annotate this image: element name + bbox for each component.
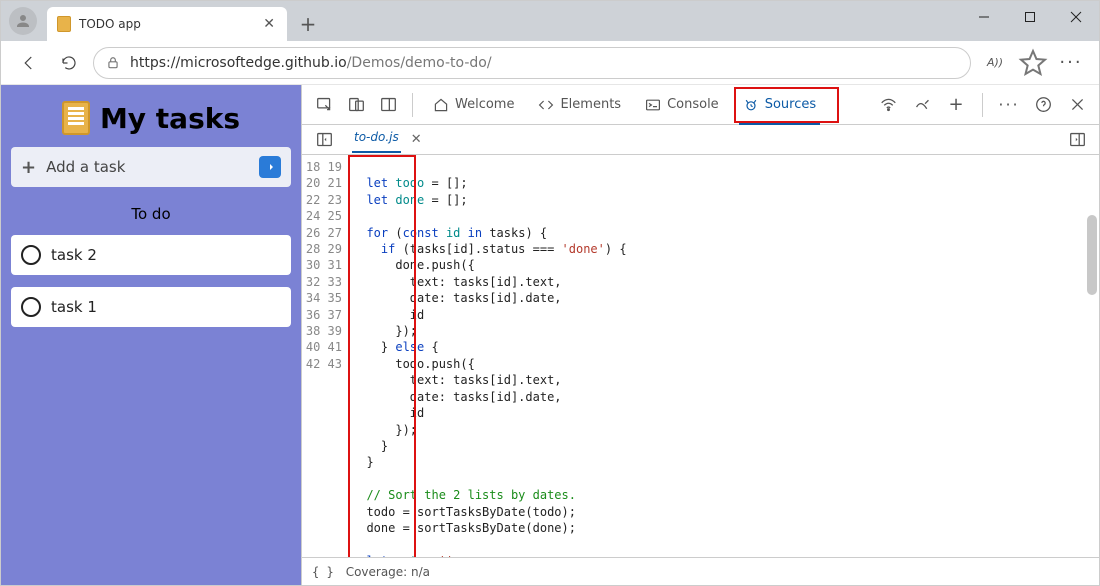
dock-side-icon[interactable]	[374, 91, 402, 119]
plus-icon: +	[21, 157, 36, 178]
devtools-more-button[interactable]: ···	[995, 91, 1023, 119]
devtools-status-bar: { } Coverage: n/a	[302, 557, 1099, 585]
task-checkbox[interactable]	[21, 245, 41, 265]
settings-more-button[interactable]: ···	[1055, 47, 1087, 79]
section-heading-todo: To do	[11, 205, 291, 223]
coverage-status: Coverage: n/a	[346, 565, 430, 579]
file-tab-close-button[interactable]: ✕	[409, 130, 424, 149]
tab-favicon-icon	[57, 16, 71, 32]
tab-elements[interactable]: Elements	[528, 85, 631, 125]
window-close-button[interactable]	[1053, 1, 1099, 33]
favorite-button[interactable]	[1017, 47, 1049, 79]
tab-console[interactable]: Console	[635, 85, 729, 125]
line-gutter[interactable]: 18 19 20 21 22 23 24 25 26 27 28 29 30 3…	[302, 155, 348, 557]
window-maximize-button[interactable]	[1007, 1, 1053, 33]
more-tabs-button[interactable]: +	[942, 91, 970, 119]
refresh-button[interactable]	[53, 47, 85, 79]
task-label: task 2	[51, 246, 97, 264]
todo-app: My tasks + Add a task To do task 2 task …	[1, 85, 301, 585]
read-aloud-button[interactable]: A))	[979, 47, 1011, 79]
tab-close-button[interactable]: ✕	[261, 14, 277, 34]
add-task-input-row[interactable]: + Add a task	[11, 147, 291, 187]
file-tab[interactable]: to-do.js	[352, 127, 401, 153]
task-item[interactable]: task 1	[11, 287, 291, 327]
clipboard-icon	[62, 101, 90, 135]
site-info-icon	[106, 56, 120, 70]
profile-avatar[interactable]	[9, 7, 37, 35]
pretty-print-button[interactable]: { }	[312, 565, 334, 579]
back-button[interactable]	[13, 47, 45, 79]
url-box[interactable]: https://microsoftedge.github.io/Demos/de…	[93, 47, 971, 79]
help-icon[interactable]	[1029, 91, 1057, 119]
content-area: My tasks + Add a task To do task 2 task …	[1, 85, 1099, 585]
debugger-toggle-icon[interactable]	[1063, 126, 1091, 154]
file-tab-row: to-do.js ✕	[302, 125, 1099, 155]
window-controls	[961, 1, 1099, 33]
devtools-panel: Welcome Elements Console Sources + ···	[301, 85, 1099, 585]
window-titlebar: TODO app ✕ +	[1, 1, 1099, 41]
tab-welcome[interactable]: Welcome	[423, 85, 524, 125]
tab-sources[interactable]: Sources	[733, 85, 826, 125]
code-content[interactable]: let todo = []; let done = []; for (const…	[348, 155, 1099, 557]
add-task-placeholder: Add a task	[46, 158, 125, 176]
task-checkbox[interactable]	[21, 297, 41, 317]
devtools-toolbar: Welcome Elements Console Sources + ···	[302, 85, 1099, 125]
window-minimize-button[interactable]	[961, 1, 1007, 33]
code-editor[interactable]: 18 19 20 21 22 23 24 25 26 27 28 29 30 3…	[302, 155, 1099, 557]
app-title: My tasks	[11, 101, 291, 135]
browser-tab[interactable]: TODO app ✕	[47, 7, 287, 41]
task-label: task 1	[51, 298, 97, 316]
address-bar-row: https://microsoftedge.github.io/Demos/de…	[1, 41, 1099, 85]
device-toggle-icon[interactable]	[342, 91, 370, 119]
scrollbar-thumb[interactable]	[1087, 215, 1097, 295]
tab-title: TODO app	[79, 17, 141, 31]
url-text: https://microsoftedge.github.io/Demos/de…	[130, 55, 492, 71]
navigator-toggle-icon[interactable]	[310, 126, 338, 154]
add-task-submit-button[interactable]	[259, 156, 281, 178]
network-conditions-icon[interactable]	[874, 91, 902, 119]
issues-icon[interactable]	[908, 91, 936, 119]
task-item[interactable]: task 2	[11, 235, 291, 275]
new-tab-button[interactable]: +	[293, 9, 323, 39]
devtools-close-button[interactable]	[1063, 91, 1091, 119]
inspect-element-icon[interactable]	[310, 91, 338, 119]
